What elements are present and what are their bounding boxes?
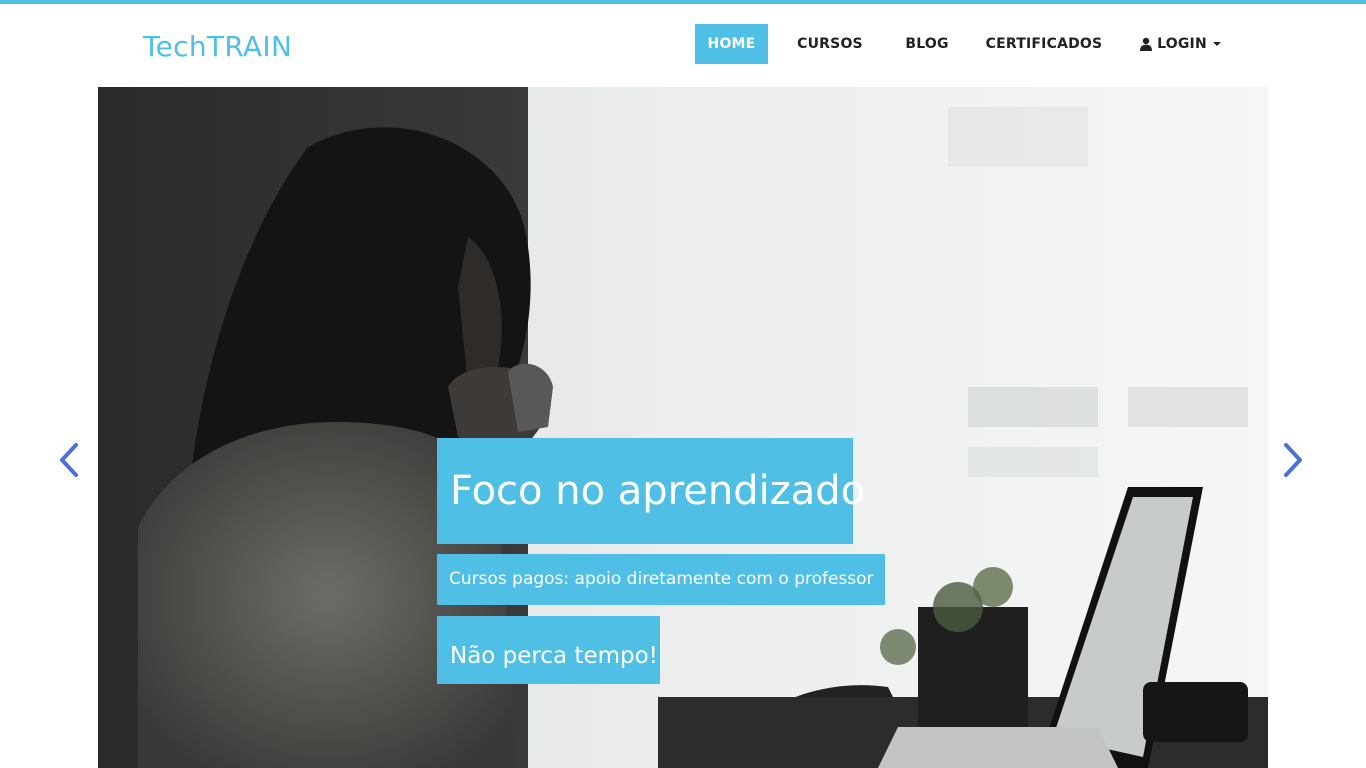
nav-cursos[interactable]: CURSOS	[790, 24, 870, 64]
chevron-left-icon	[60, 443, 78, 477]
hero-background-image	[98, 87, 1268, 768]
carousel-title: Foco no aprendizado	[437, 438, 865, 544]
nav-blog[interactable]: BLOG	[895, 24, 959, 64]
caret-down-icon	[1212, 42, 1221, 46]
navbar: TechTRAIN HOME CURSOS BLOG CERTIFICADOS …	[0, 4, 1366, 87]
nav-login-dropdown[interactable]: LOGIN	[1135, 24, 1225, 64]
nav-home[interactable]: HOME	[695, 24, 768, 64]
nav-certificados[interactable]: CERTIFICADOS	[985, 24, 1103, 64]
carousel-subtitle: Cursos pagos: apoio diretamente com o pr…	[437, 554, 885, 605]
carousel-cta: Não perca tempo!	[437, 616, 660, 684]
carousel-next-button[interactable]	[1281, 441, 1305, 479]
hero-carousel	[98, 87, 1268, 768]
brand-logo[interactable]: TechTRAIN	[143, 29, 292, 65]
user-icon	[1139, 37, 1153, 51]
carousel-prev-button[interactable]	[57, 441, 81, 479]
chevron-right-icon	[1284, 443, 1302, 477]
nav-login-label: LOGIN	[1157, 36, 1207, 52]
